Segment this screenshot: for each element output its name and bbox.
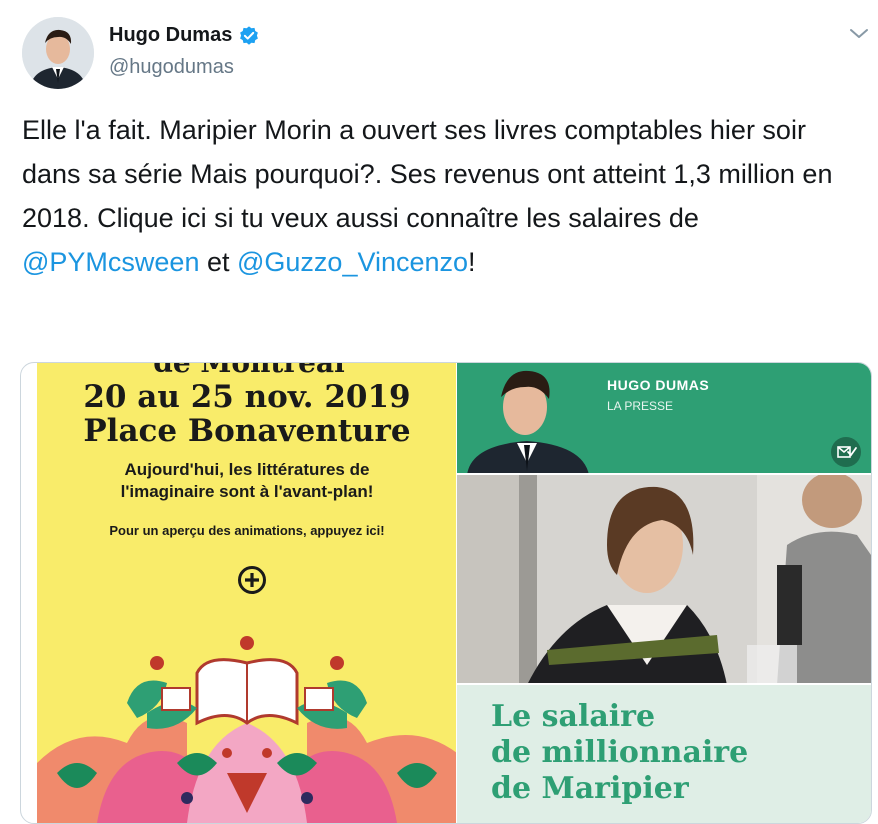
- chevron-down-icon[interactable]: [848, 25, 870, 43]
- poster-illustration: [37, 613, 457, 823]
- author-avatar[interactable]: [22, 17, 94, 89]
- mention-link-guzzo[interactable]: @Guzzo_Vincenzo: [237, 247, 468, 277]
- tweet-text-part: et: [199, 247, 237, 277]
- author-name-row[interactable]: Hugo Dumas: [109, 24, 260, 47]
- poster-header-partial: de Montréal: [59, 363, 439, 377]
- poster-cta: Pour un aperçu des animations, appuyez i…: [109, 523, 385, 538]
- tweet-text-part: !: [468, 247, 476, 277]
- author-name[interactable]: Hugo Dumas: [109, 24, 232, 47]
- ad-headline-line: de millionnaire: [491, 735, 749, 770]
- ad-headline-line: Le salaire: [491, 699, 656, 734]
- ad-headline-panel[interactable]: Le salaire de millionnaire de Maripier: [457, 685, 871, 823]
- tweet-text-part: Elle l'a fait. Maripier Morin a ouvert s…: [22, 115, 833, 233]
- tweet-text: Elle l'a fait. Maripier Morin a ouvert s…: [22, 108, 852, 284]
- ad-author-outlet: LA PRESSE: [607, 399, 674, 413]
- media-card[interactable]: de Montréal 20 au 25 nov. 2019 Place Bon…: [20, 362, 872, 824]
- event-poster-image[interactable]: de Montréal 20 au 25 nov. 2019 Place Bon…: [37, 363, 457, 823]
- author-handle[interactable]: @hugodumas: [109, 56, 234, 79]
- ad-photo[interactable]: [457, 475, 871, 685]
- verified-badge-icon: [238, 25, 260, 47]
- ad-author-name: HUGO DUMAS: [607, 377, 710, 393]
- poster-tagline: Aujourd'hui, les littératures de l'imagi…: [120, 460, 374, 501]
- ad-headline-line: de Maripier: [491, 771, 689, 806]
- mention-link-pymcsween[interactable]: @PYMcsween: [22, 247, 199, 277]
- poster-dates: 20 au 25 nov. 2019: [83, 379, 411, 415]
- ad-header-panel[interactable]: HUGO DUMAS LA PRESSE: [457, 363, 871, 475]
- mail-badge-icon[interactable]: [831, 437, 861, 467]
- ad-author-photo: [457, 363, 607, 475]
- poster-place: Place Bonaventure: [83, 413, 411, 449]
- plus-circle-icon[interactable]: [237, 565, 267, 595]
- ad-headline: Le salaire de millionnaire de Maripier: [491, 699, 748, 807]
